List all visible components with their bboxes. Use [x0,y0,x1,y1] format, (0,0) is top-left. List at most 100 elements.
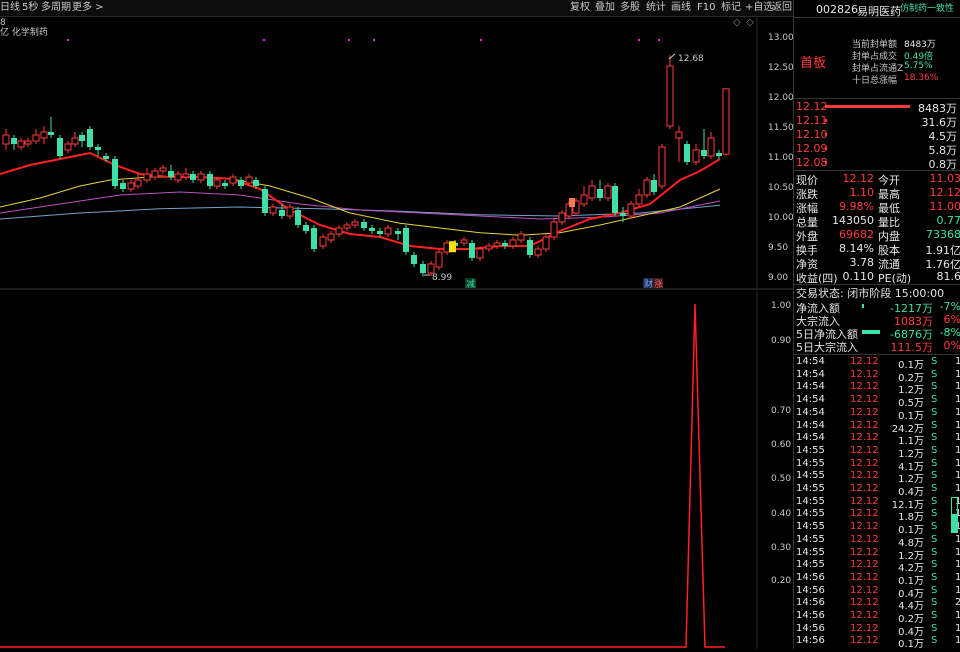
candle-up[interactable] [636,195,642,204]
candlestick-chart[interactable]: 8 亿 化学制药 13.0012.5012.0011.5011.0010.501… [0,17,793,649]
candle-up[interactable] [175,174,181,180]
candle-up[interactable] [605,186,611,198]
candle-down[interactable] [420,264,426,273]
candle-down[interactable] [207,174,213,186]
candle-down[interactable] [303,225,309,231]
candle-up[interactable] [41,132,47,138]
concept-tag[interactable]: 仿制药一致性 [900,1,954,14]
stats-button[interactable]: 统计 [646,1,666,15]
candle-up[interactable] [644,180,650,195]
candle-up[interactable] [183,174,189,177]
candle-up[interactable] [436,252,442,267]
candle-up[interactable] [336,228,342,234]
candle-up[interactable] [33,135,39,141]
candle-down[interactable] [253,180,259,186]
candle-down[interactable] [311,228,317,249]
candle-up[interactable] [559,213,565,222]
candle-up[interactable] [287,207,293,216]
candle-up[interactable] [428,264,434,273]
candle-up[interactable] [135,180,141,186]
back-button[interactable]: 返回 [772,1,792,15]
candle-down[interactable] [403,228,409,252]
candle-up[interactable] [18,141,24,147]
candle-up[interactable] [230,177,236,183]
candle-up[interactable] [551,222,557,237]
candle-up[interactable] [214,180,220,186]
candle-down[interactable] [48,132,54,135]
chart-diamond-icon[interactable]: ◇ [733,17,741,28]
candle-up[interactable] [344,225,350,228]
candle-up[interactable] [128,183,134,189]
candle-down[interactable] [469,243,475,258]
candle-up[interactable] [676,132,682,138]
chart-settings-icon[interactable]: ◇ [746,17,754,28]
candle-up[interactable] [659,147,665,186]
candle-down[interactable] [168,171,174,177]
candle-down[interactable] [369,228,375,231]
overlay-button[interactable]: 叠加 [595,1,615,15]
candle-up[interactable] [581,195,587,204]
candle-highlight-yellow[interactable] [449,241,456,252]
multi-stock-button[interactable]: 多股 [620,1,640,15]
candle-down[interactable] [279,210,285,216]
candle-up[interactable] [693,150,699,162]
multi-period-button[interactable]: 多周期 [41,1,71,15]
candle-down[interactable] [395,231,401,234]
candle-up[interactable] [486,246,492,249]
more-button[interactable]: 更多 > [72,1,104,15]
candle-up[interactable] [708,138,714,156]
candle-up[interactable] [352,222,358,225]
tick-scrollbar[interactable] [951,497,958,533]
candle-up[interactable] [72,138,78,144]
add-watch-button[interactable]: +自选 [745,1,773,15]
candle-up[interactable] [535,249,541,255]
candle-down[interactable] [620,213,626,216]
candle-down[interactable] [120,183,126,189]
candle-up[interactable] [328,234,334,240]
candle-up[interactable] [320,237,326,246]
draw-line-button[interactable]: 画线 [671,1,691,15]
candle-up[interactable] [667,66,673,126]
candle-up[interactable] [25,141,31,144]
candle-up[interactable] [3,135,9,144]
candle-down[interactable] [716,153,722,156]
candle-down[interactable] [502,243,508,246]
candle-down[interactable] [262,189,268,213]
candle-down[interactable] [238,180,244,186]
candle-up[interactable] [152,171,158,177]
candle-down[interactable] [295,210,301,225]
candle-down[interactable] [361,222,367,228]
candle-down[interactable] [95,147,101,150]
candle-up[interactable] [518,234,524,240]
candle-down[interactable] [684,144,690,162]
candle-up[interactable] [65,144,71,150]
candle-down[interactable] [527,240,533,255]
candle-up[interactable] [198,174,204,180]
candle-down[interactable] [190,174,196,180]
candle-down[interactable] [377,231,383,234]
candle-up[interactable] [510,240,516,246]
candle-up[interactable] [477,249,483,258]
restore-rights-button[interactable]: 复权 [570,1,590,15]
candle-up[interactable] [144,174,150,180]
candle-up[interactable] [723,89,729,154]
candle-down[interactable] [103,156,109,159]
candle-down[interactable] [112,159,118,186]
period-daily-button[interactable]: 日线 [0,1,20,15]
candle-down[interactable] [222,183,228,186]
candle-down[interactable] [597,189,603,198]
candle-down[interactable] [57,138,63,156]
candle-down[interactable] [11,138,17,144]
candle-down[interactable] [79,135,85,141]
tick-scroll-thumb[interactable] [952,514,957,532]
candle-up[interactable] [494,243,500,246]
candle-up[interactable] [160,168,166,171]
candle-up[interactable] [589,186,595,198]
candle-down[interactable] [612,186,618,213]
f10-button[interactable]: F10 [697,1,715,15]
candle-up[interactable] [270,207,276,213]
mark-button[interactable]: 标记 [721,1,741,15]
candle-up[interactable] [385,228,391,234]
chart-area[interactable]: 8 亿 化学制药 13.0012.5012.0011.5011.0010.501… [0,17,793,649]
period-5s-button[interactable]: 5秒 [22,1,38,15]
